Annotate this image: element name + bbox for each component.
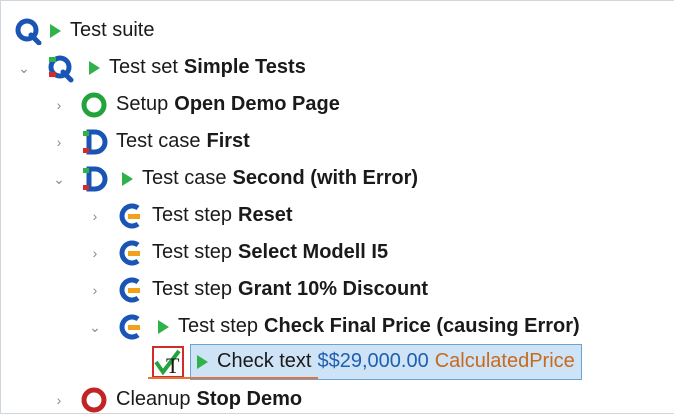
node-type: Cleanup: [116, 388, 191, 410]
node-type: Test step: [152, 278, 233, 300]
chevron-right-icon[interactable]: ›: [52, 98, 66, 112]
tree-node-step-select[interactable]: › Test step Select Modell I5: [88, 234, 388, 271]
run-arrow-icon: [122, 171, 133, 186]
qftest-suite-icon: [15, 18, 42, 45]
node-type: Test step: [178, 315, 259, 337]
tree-node-step-reset[interactable]: › Test step Reset: [88, 197, 293, 234]
drop-indicator-line: [148, 377, 318, 379]
chevron-down-icon[interactable]: ⌄: [17, 61, 31, 75]
tree-node-test-set[interactable]: ⌄ Test set Simple Tests: [17, 49, 306, 86]
node-name: Open Demo Page: [174, 93, 340, 115]
chevron-right-icon[interactable]: ›: [52, 393, 66, 407]
node-name: Check Final Price (causing Error): [264, 315, 580, 337]
cleanup-red-circle-icon: [81, 387, 107, 412]
svg-text:T: T: [166, 353, 180, 378]
node-name: Grant 10% Discount: [238, 278, 429, 300]
run-arrow-icon: [89, 60, 100, 75]
run-arrow-icon: [158, 319, 169, 334]
tree-node-test-suite[interactable]: Test suite: [14, 12, 154, 49]
tree-node-check-text[interactable]: T Check text $$29,000.00 CalculatedPrice: [152, 343, 582, 380]
node-type: Test case: [142, 167, 227, 189]
tree-node-step-grant[interactable]: › Test step Grant 10% Discount: [88, 271, 428, 308]
tree-node-setup[interactable]: › Setup Open Demo Page: [52, 86, 340, 123]
test-step-icon: [119, 277, 140, 302]
tree-node-test-case-second[interactable]: ⌄ Test case Second (with Error): [52, 160, 418, 197]
test-case-icon: [83, 166, 108, 191]
selected-node-label[interactable]: Check text $$29,000.00 CalculatedPrice: [190, 343, 582, 380]
node-name: Select Modell I5: [238, 241, 389, 263]
node-name: Reset: [238, 204, 293, 226]
node-name: Stop Demo: [196, 388, 303, 410]
chevron-right-icon[interactable]: ›: [88, 209, 102, 223]
run-arrow-icon: [197, 354, 208, 369]
node-label: Test suite: [70, 19, 155, 41]
node-type: Test step: [152, 241, 233, 263]
test-case-icon: [83, 129, 108, 154]
chevron-down-icon[interactable]: ⌄: [88, 320, 102, 334]
chevron-right-icon[interactable]: ›: [88, 246, 102, 260]
run-arrow-icon: [50, 23, 61, 38]
node-type: Test set: [109, 56, 178, 78]
test-set-icon: [48, 55, 74, 82]
component-id: CalculatedPrice: [434, 350, 575, 372]
setup-green-circle-icon: [81, 92, 107, 117]
node-name: First: [206, 130, 250, 152]
test-step-icon: [119, 314, 140, 339]
node-type: Test step: [152, 204, 233, 226]
check-value: $$29,000.00: [317, 350, 429, 372]
node-name: Simple Tests: [183, 56, 306, 78]
chevron-right-icon[interactable]: ›: [52, 135, 66, 149]
node-type: Setup: [116, 93, 169, 115]
chevron-right-icon[interactable]: ›: [88, 283, 102, 297]
test-step-icon: [119, 203, 140, 228]
tree-node-cleanup[interactable]: › Cleanup Stop Demo: [52, 381, 302, 418]
node-type: Test case: [116, 130, 201, 152]
test-step-icon: [119, 240, 140, 265]
check-text-icon: T: [152, 345, 184, 378]
tree-node-test-case-first[interactable]: › Test case First: [52, 123, 250, 160]
node-type: Check text: [217, 350, 312, 372]
tree-node-step-check[interactable]: ⌄ Test step Check Final Price (causing E…: [88, 308, 580, 345]
chevron-down-icon[interactable]: ⌄: [52, 172, 66, 186]
node-name: Second (with Error): [232, 167, 419, 189]
